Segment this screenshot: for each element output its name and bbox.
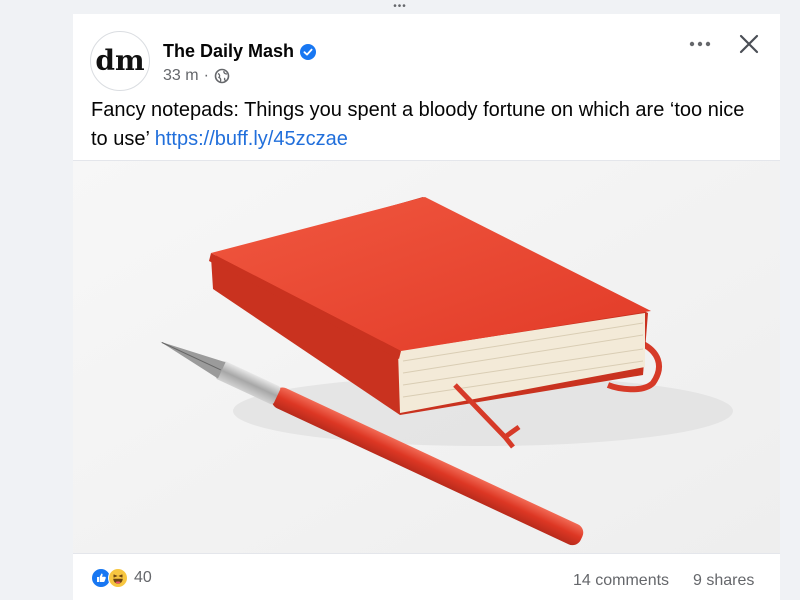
globe-icon[interactable] [214,68,230,84]
close-button[interactable] [736,31,762,57]
post-image[interactable] [73,160,780,554]
close-icon [739,34,759,54]
avatar-logo: dm [95,44,144,77]
page-name-label: The Daily Mash [163,41,295,61]
post-card: dm The Daily Mash 33 m · Fancy notepads:… [73,14,780,600]
post-header: dm The Daily Mash 33 m · [73,14,780,94]
haha-icon [108,568,128,588]
meta-separator: · [203,67,209,84]
verified-badge-icon [300,43,317,60]
shares-count-link[interactable]: 9 shares [693,572,754,590]
avatar-logo-text: dm [95,44,144,77]
page-name[interactable]: The Daily Mash [163,41,317,62]
avatar[interactable]: dm [90,31,150,91]
reactions-summary[interactable]: 40 [91,568,152,588]
more-options-button[interactable] [685,34,715,54]
post-text: Fancy notepads: Things you spent a blood… [91,96,751,154]
post-timestamp[interactable]: 33 m [163,67,199,85]
drag-handle-dots: ••• [393,1,407,12]
comments-count-link[interactable]: 14 comments [573,572,669,590]
post-link[interactable]: https://buff.ly/45zczae [155,128,348,150]
reaction-count: 40 [134,569,152,586]
post-footer: 40 14 comments 9 shares [73,554,780,600]
more-icon [689,41,711,47]
notebook-pen-photo [73,161,780,553]
post-meta: 33 m · [163,67,230,85]
